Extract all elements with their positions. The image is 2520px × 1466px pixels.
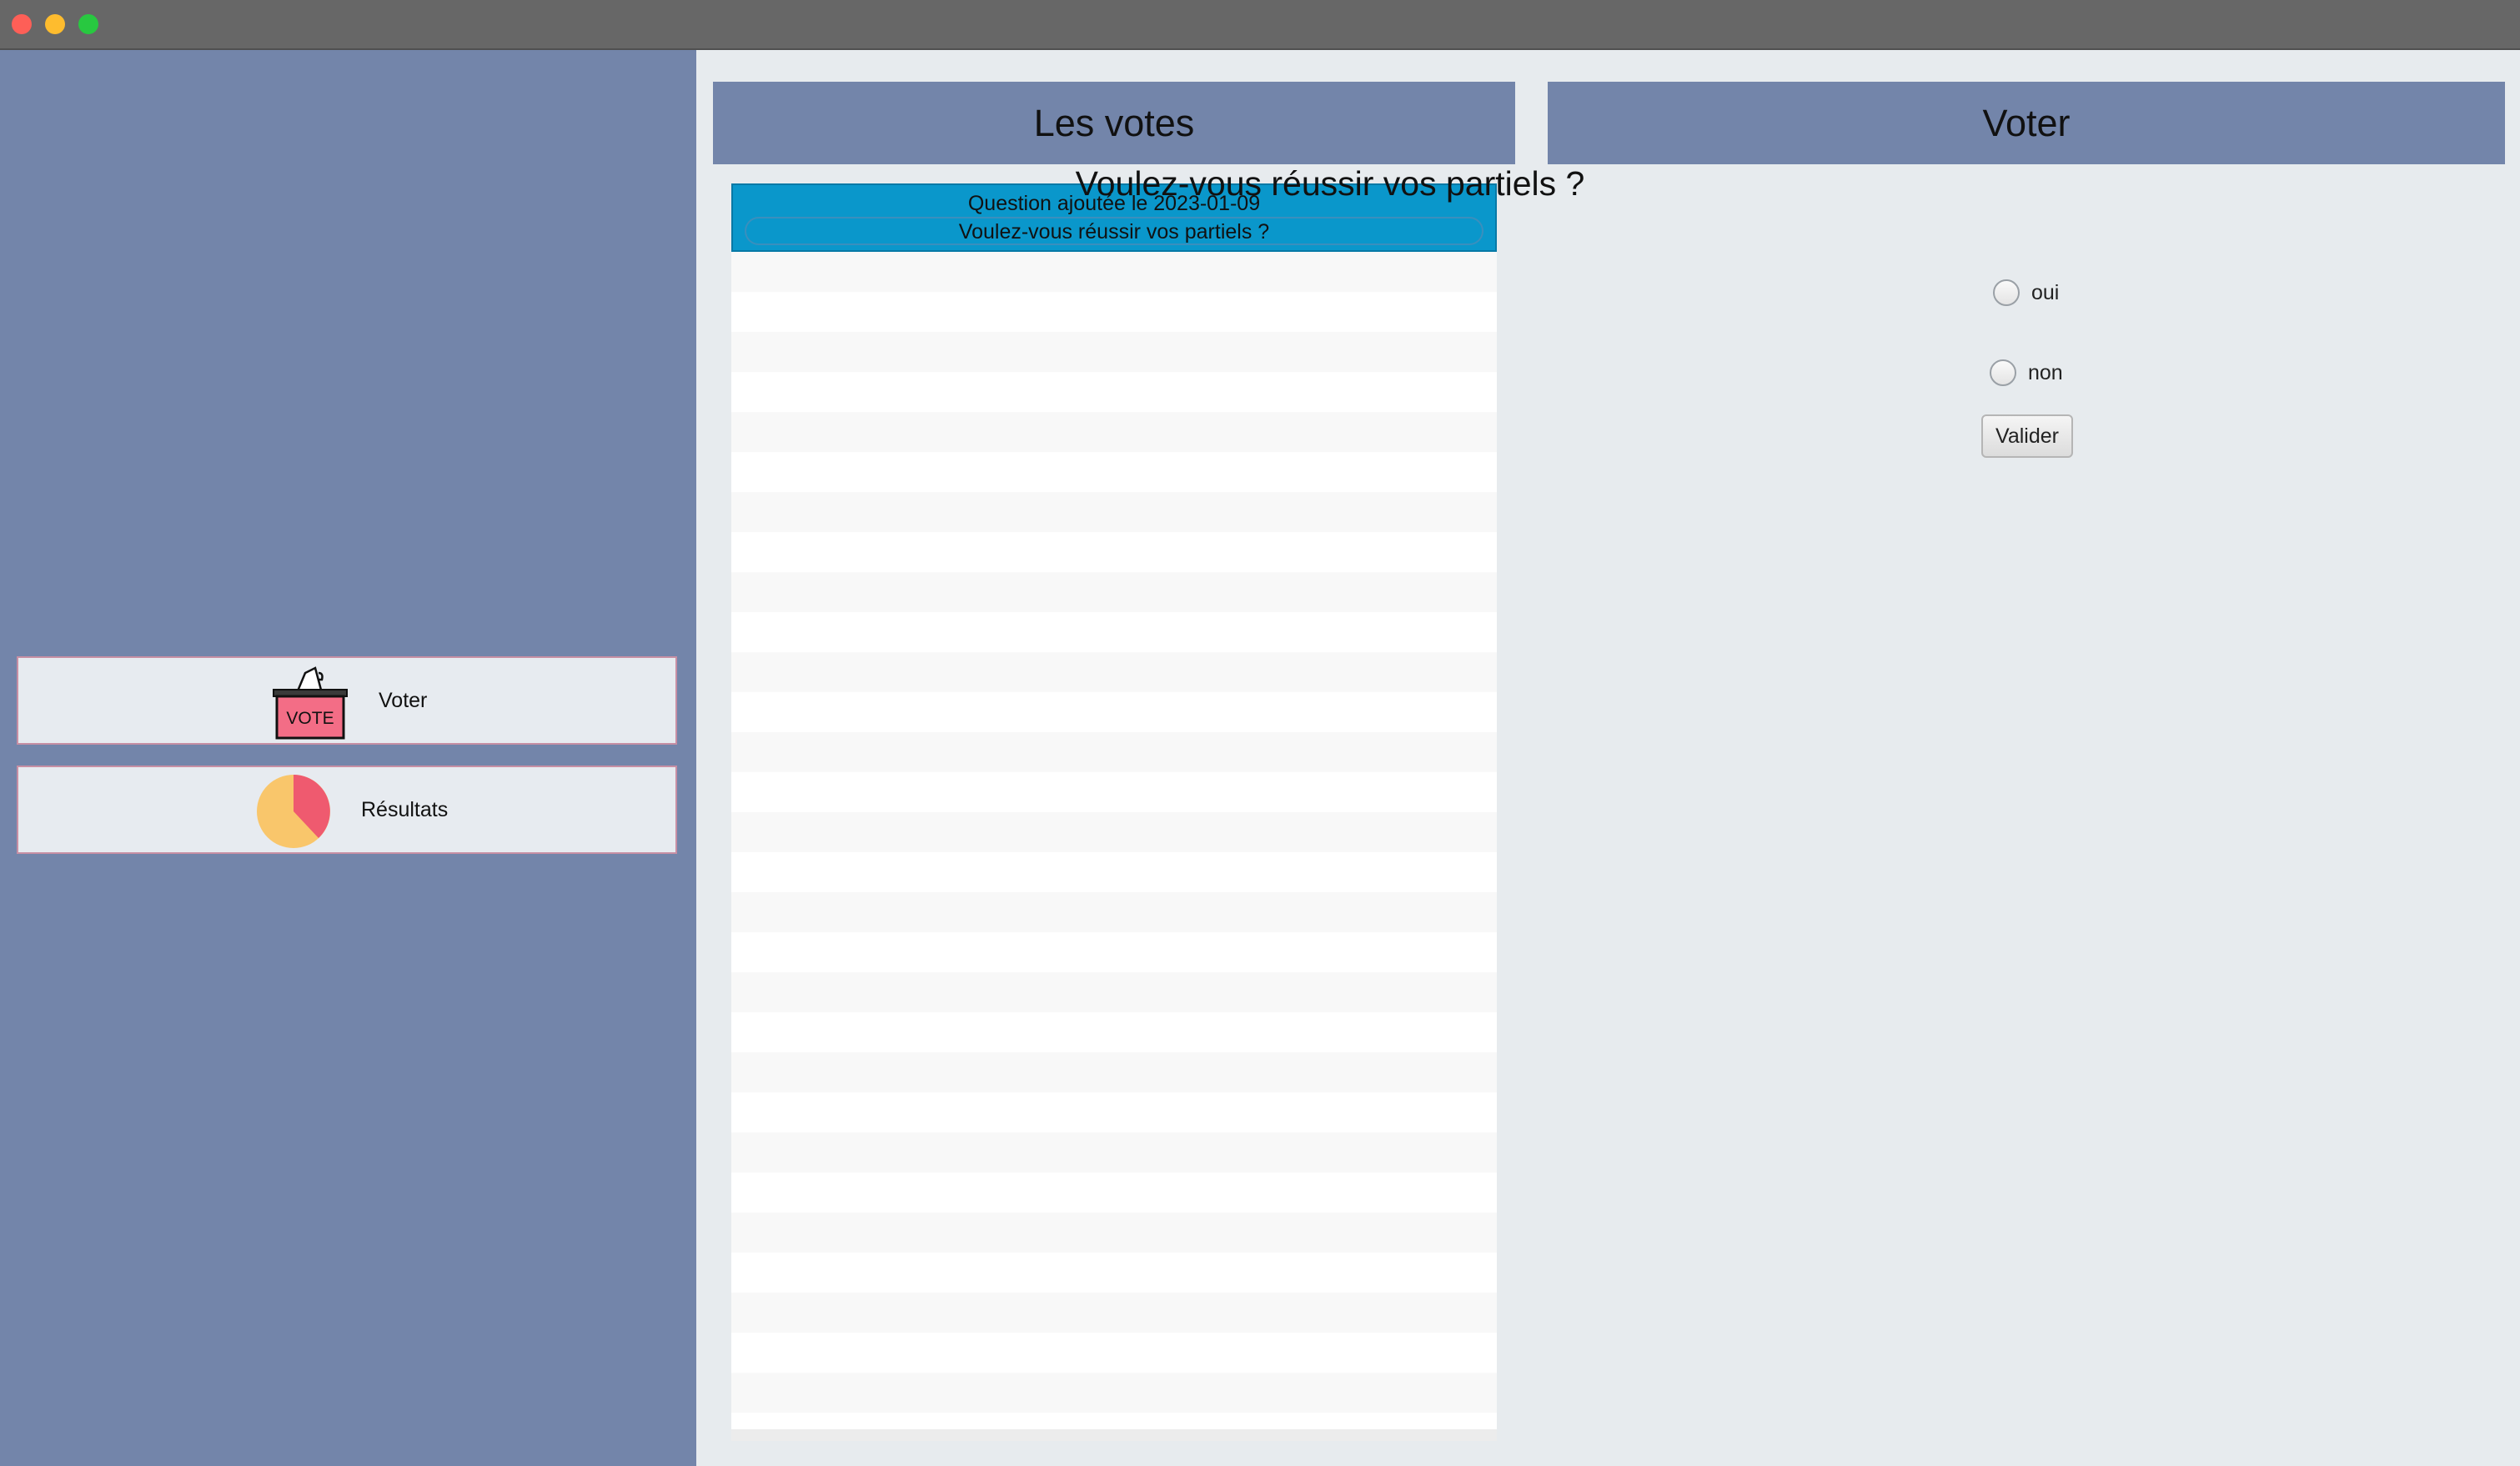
submit-vote-button[interactable]: Valider	[1981, 414, 2073, 458]
votes-list[interactable]: Question ajoutée le 2023-01-09 Voulez-vo…	[731, 183, 1497, 1429]
list-scrollbar-area	[731, 1429, 1497, 1441]
sidebar-item-voter[interactable]: VOTE Voter	[17, 656, 677, 745]
ballot-box-icon: VOTE	[273, 666, 348, 740]
svg-text:VOTE: VOTE	[286, 709, 334, 728]
list-item-question: Voulez-vous réussir vos partiels ?	[745, 217, 1483, 245]
app-window: VOTE Voter Résultats Les votes Question …	[0, 0, 2520, 1466]
sidebar-item-voter-label: Voter	[379, 689, 428, 712]
sidebar-item-resultats[interactable]: Résultats	[17, 766, 677, 854]
radio-oui-label[interactable]: oui	[2031, 276, 2059, 309]
maximize-window-button[interactable]	[78, 14, 98, 34]
minimize-window-button[interactable]	[45, 14, 65, 34]
sidebar: VOTE Voter Résultats	[0, 50, 696, 1466]
close-window-button[interactable]	[12, 14, 32, 34]
title-bar	[0, 0, 2520, 50]
radio-non-label[interactable]: non	[2028, 356, 2063, 389]
radio-oui-circle[interactable]	[1993, 279, 2020, 306]
votes-panel-title: Les votes	[713, 82, 1515, 164]
pie-chart-icon	[257, 775, 330, 848]
main-content: Les votes Question ajoutée le 2023-01-09…	[696, 50, 2520, 1466]
vote-question: Voulez-vous réussir vos partiels ?	[1075, 164, 1585, 203]
radio-non-circle[interactable]	[1990, 359, 2016, 386]
sidebar-item-resultats-label: Résultats	[361, 798, 449, 821]
voter-panel-title: Voter	[1548, 82, 2505, 164]
